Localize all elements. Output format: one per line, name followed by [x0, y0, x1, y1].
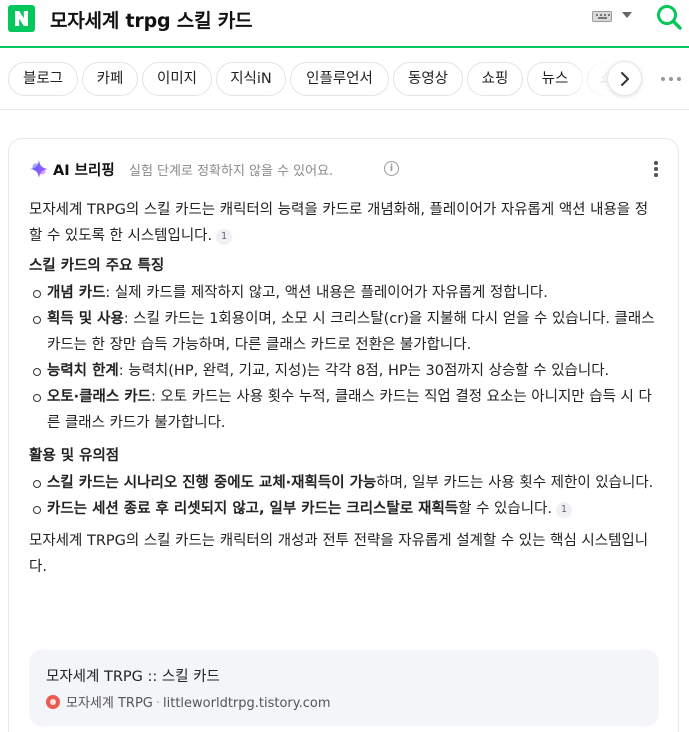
search-icon[interactable]: [655, 3, 683, 35]
source-card[interactable]: 모자세계 TRPG :: 스킬 카드 모자세계 TRPG · littleworld…: [29, 650, 659, 726]
list-item-term: 카드는 세션 종료 후 리셋되지 않고, 일부 카드는 크리스탈로 재획득: [47, 501, 459, 517]
chevron-right-icon: [621, 72, 629, 86]
tab-blog[interactable]: 블로그: [8, 62, 78, 96]
naver-logo-icon[interactable]: [8, 5, 35, 32]
more-dots-icon[interactable]: [659, 77, 689, 83]
keyboard-icon[interactable]: [592, 11, 612, 22]
list-item-term: 개념 카드: [47, 285, 106, 301]
tab-video[interactable]: 동영상: [393, 62, 463, 96]
ai-briefing-card: AI 브리핑 실험 단계로 정확하지 않을 수 있어요. i 모자세계 TRPG…: [8, 138, 679, 732]
source-domain: littleworldtrpg.tistory.com: [163, 696, 331, 711]
list-item: 능력치 한계: 능력치(HP, 완력, 기교, 지성)는 각각 8점, HP는 …: [29, 358, 659, 384]
ai-briefing-body: 모자세계 TRPG의 스킬 카드는 캐릭터의 능력을 카드로 개념화해, 플레이…: [29, 197, 659, 584]
search-tabs: 블로그 카페 이미지 지식iN 인플루언서 동영상 쇼핑 뉴스 쇼: [0, 48, 689, 110]
favicon-icon: [46, 695, 60, 709]
section-heading-features: 스킬 카드의 주요 특징: [29, 258, 165, 274]
tab-image[interactable]: 이미지: [142, 62, 212, 96]
ai-sparkle-icon: [30, 160, 48, 178]
ai-briefing-title: AI 브리핑: [53, 163, 115, 179]
source-site: 모자세계 TRPG · littleworldtrpg.tistory.com: [66, 692, 331, 711]
info-icon[interactable]: i: [384, 161, 399, 176]
list-item-text: : 스킬 카드는 1회용이며, 소모 시 크리스탈(cr)을 지불해 다시 얻을…: [47, 311, 655, 353]
list-item-text: : 능력치(HP, 완력, 기교, 지성)는 각각 8점, HP는 30점까지 …: [118, 363, 610, 379]
list-item-term: 오토·클래스 카드: [47, 389, 151, 405]
list-item-text: 하며, 일부 카드는 사용 횟수 제한이 있습니다.: [376, 475, 654, 491]
conclusion-paragraph: 모자세계 TRPG의 스킬 카드는 캐릭터의 개성과 전투 전략을 자유롭게 설…: [29, 533, 649, 575]
list-item-term: 스킬 카드는 시나리오 진행 중에도 교체·재획득이 가능: [47, 475, 377, 491]
chevron-down-icon[interactable]: [622, 12, 632, 18]
tab-kin[interactable]: 지식iN: [216, 62, 286, 96]
source-title[interactable]: 모자세계 TRPG :: 스킬 카드: [46, 665, 220, 686]
search-header: 모자세계 trpg 스킬 카드: [0, 0, 689, 48]
citation-badge[interactable]: 1: [556, 502, 572, 518]
intro-paragraph: 모자세계 TRPG의 스킬 카드는 캐릭터의 능력을 카드로 개념화해, 플레이…: [29, 197, 659, 249]
separator-dot: ·: [155, 696, 160, 711]
search-input[interactable]: 모자세계 trpg 스킬 카드: [50, 6, 253, 33]
list-item: 획득 및 사용: 스킬 카드는 1회용이며, 소모 시 크리스탈(cr)을 지불…: [29, 306, 659, 358]
list-item: 카드는 세션 종료 후 리셋되지 않고, 일부 카드는 크리스탈로 재획득할 수…: [29, 496, 659, 522]
tab-shopping[interactable]: 쇼핑: [467, 62, 523, 96]
list-item-term: 능력치 한계: [47, 363, 119, 379]
list-item-text: 할 수 있습니다.: [458, 501, 552, 517]
list-item: 스킬 카드는 시나리오 진행 중에도 교체·재획득이 가능하며, 일부 카드는 …: [29, 470, 659, 496]
intro-text: 모자세계 TRPG의 스킬 카드는 캐릭터의 능력을 카드로 개념화해, 플레이…: [29, 202, 649, 244]
source-name: 모자세계 TRPG: [66, 696, 153, 711]
ai-briefing-disclaimer: 실험 단계로 정확하지 않을 수 있어요.: [129, 164, 334, 179]
citation-badge[interactable]: 1: [216, 229, 233, 245]
list-item: 개념 카드: 실제 카드를 제작하지 않고, 액션 내용은 플레이어가 자유롭게…: [29, 280, 659, 306]
tab-cafe[interactable]: 카페: [82, 62, 138, 96]
tabs-next-button[interactable]: [607, 61, 642, 96]
tab-influencer[interactable]: 인플루언서: [290, 62, 389, 96]
section-heading-usage: 활용 및 유의점: [29, 448, 120, 464]
list-item-text: : 실제 카드를 제작하지 않고, 액션 내용은 플레이어가 자유롭게 정합니다…: [105, 285, 548, 301]
list-item: 오토·클래스 카드: 오토 카드는 사용 횟수 누적, 클래스 카드는 직업 결…: [29, 384, 659, 436]
kebab-menu-icon[interactable]: [653, 161, 659, 177]
list-item-term: 획득 및 사용: [47, 311, 124, 327]
